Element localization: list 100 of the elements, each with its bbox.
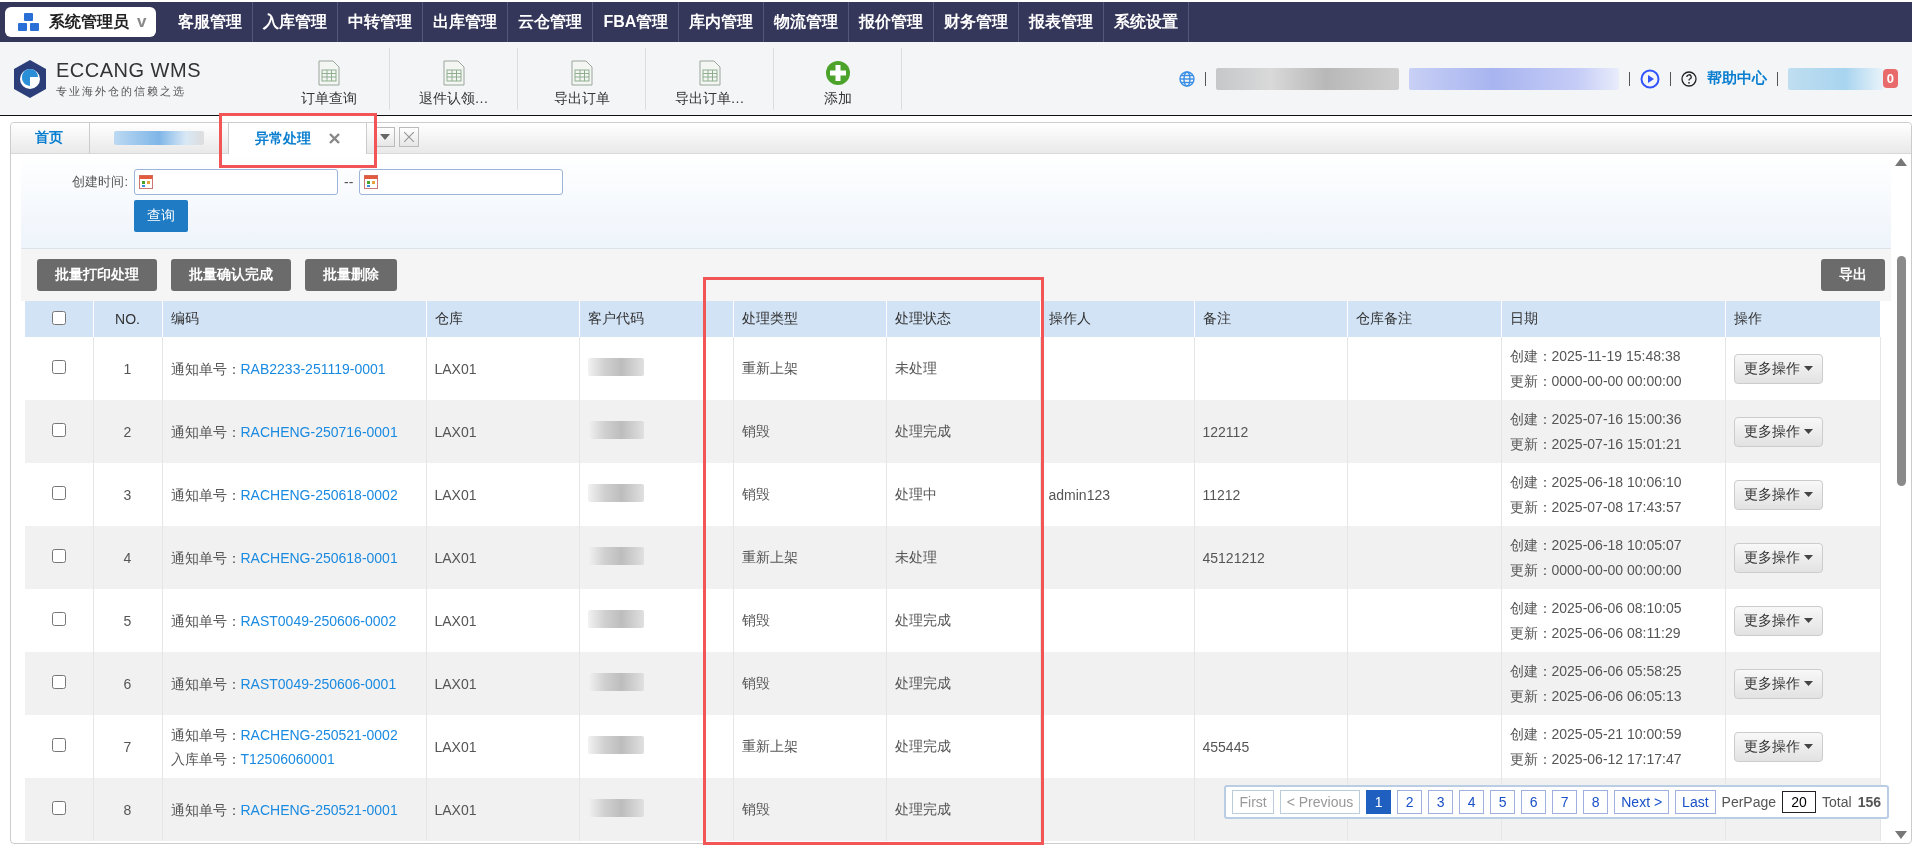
pagination-button[interactable]: Next > — [1614, 790, 1670, 814]
page-number[interactable]: 4 — [1459, 790, 1485, 814]
table-cell: 处理完成 — [886, 400, 1040, 463]
help-center-link[interactable]: 帮助中心 — [1706, 69, 1767, 88]
column-header: 备注 — [1194, 301, 1347, 337]
row-checkbox[interactable] — [51, 360, 66, 374]
date-text: 创建：2025-06-06 08:10:05 — [1509, 598, 1683, 618]
caret-icon — [1803, 618, 1813, 623]
scroll-down-icon — [1895, 831, 1907, 839]
more-actions-button[interactable]: 更多操作 — [1733, 542, 1823, 573]
column-header: 仓库备注 — [1347, 301, 1501, 337]
code-label: 通知单号： — [170, 423, 241, 440]
table-cell: 8 — [93, 778, 162, 841]
code-label: 通知单号： — [170, 486, 241, 503]
page-number[interactable]: 2 — [1397, 790, 1423, 814]
code-label: 通知单号： — [170, 549, 241, 566]
date-field[interactable] — [359, 169, 564, 195]
date-text: 更新：0000-00-00 00:00:00 — [1509, 371, 1683, 391]
caret-icon — [380, 134, 390, 140]
toolbar-button[interactable]: 添加 — [774, 47, 902, 110]
order-link[interactable]: T12506060001 — [240, 750, 335, 767]
code-label: 入库单号： — [170, 750, 241, 767]
page-number[interactable]: 6 — [1521, 790, 1547, 814]
date-text: 更新：0000-00-00 00:00:00 — [1509, 560, 1683, 580]
table-cell: 销毁 — [733, 400, 886, 463]
row-checkbox[interactable] — [51, 612, 66, 626]
toolbar-button[interactable]: 退件认领… — [390, 47, 518, 110]
order-link[interactable]: RACHENG-250521-0002 — [240, 726, 398, 743]
row-checkbox[interactable] — [51, 549, 66, 563]
pagination-button[interactable]: Last — [1675, 790, 1716, 814]
table-cell: 未处理 — [886, 526, 1040, 589]
order-link[interactable]: RAST0049-250606-0002 — [240, 612, 397, 629]
row-checkbox[interactable] — [51, 486, 66, 500]
scrollbar-thumb[interactable] — [1896, 256, 1906, 486]
more-actions-button[interactable]: 更多操作 — [1733, 353, 1823, 384]
spreadsheet-icon — [698, 59, 721, 86]
bulk-action-button[interactable]: 批量确认完成 — [171, 259, 291, 291]
column-header: 客户代码 — [579, 301, 733, 337]
toolbar-button[interactable]: 导出订单… — [646, 47, 774, 110]
page-number[interactable]: 3 — [1428, 790, 1454, 814]
code-label: 通知单号： — [170, 360, 241, 377]
code-label: 通知单号： — [170, 675, 241, 692]
date-text: 更新：2025-07-08 17:43:57 — [1509, 497, 1683, 517]
tab-menu-button[interactable] — [375, 127, 395, 147]
table-cell: 销毁 — [733, 778, 886, 841]
row-checkbox[interactable] — [51, 675, 66, 689]
bulk-action-button[interactable]: 批量删除 — [305, 259, 397, 291]
date-text: 更新：2025-06-06 06:05:13 — [1509, 686, 1683, 706]
row-checkbox[interactable] — [51, 423, 66, 437]
column-header: 处理状态 — [886, 301, 1040, 337]
close-icon[interactable] — [329, 133, 340, 144]
page-number[interactable]: 7 — [1552, 790, 1578, 814]
column-header: 日期 — [1501, 301, 1725, 337]
calendar-icon — [364, 175, 379, 189]
table-cell: LAX01 — [426, 400, 579, 463]
plus-icon — [824, 59, 851, 86]
play-icon — [1639, 68, 1660, 89]
toolbar-button[interactable]: 订单查询 — [268, 47, 390, 110]
tab[interactable]: 首页 — [11, 123, 90, 153]
search-button[interactable]: 查询 — [134, 200, 188, 232]
per-page-field[interactable]: 20 — [1782, 791, 1817, 813]
range-separator: -- — [344, 174, 354, 190]
caret-icon — [1803, 429, 1813, 434]
logo-slogan: 专业海外仓的信赖之选 — [56, 83, 187, 99]
toolbar-button[interactable]: 导出订单 — [518, 47, 646, 110]
date-text: 更新：2025-07-16 15:01:21 — [1509, 434, 1683, 454]
page-number[interactable]: 8 — [1583, 790, 1609, 814]
cubes-icon — [17, 12, 41, 32]
more-actions-button[interactable]: 更多操作 — [1733, 416, 1823, 447]
select-all-checkbox[interactable] — [51, 310, 66, 325]
more-actions-button[interactable]: 更多操作 — [1733, 731, 1823, 762]
more-actions-button[interactable]: 更多操作 — [1733, 668, 1823, 699]
caret-icon: v — [137, 12, 147, 32]
date-field[interactable] — [134, 169, 338, 195]
code-label: 通知单号： — [170, 612, 241, 629]
table-cell: 6 — [93, 652, 162, 715]
column-header: 操作 — [1725, 301, 1880, 337]
order-link[interactable]: RAB2233-251119-0001 — [240, 360, 386, 377]
table-cell: LAX01 — [426, 778, 579, 841]
page-number[interactable]: 1 — [1366, 790, 1392, 814]
row-checkbox[interactable] — [51, 738, 66, 752]
row-checkbox[interactable] — [51, 801, 66, 815]
logo-icon — [12, 58, 48, 99]
more-actions-button[interactable]: 更多操作 — [1733, 479, 1823, 510]
order-link[interactable]: RACHENG-250618-0002 — [240, 486, 398, 503]
bulk-action-button[interactable]: 批量打印处理 — [37, 259, 157, 291]
export-button[interactable]: 导出 — [1821, 259, 1885, 291]
date-text: 更新：2025-06-12 17:17:47 — [1509, 749, 1683, 769]
caret-icon — [1803, 492, 1813, 497]
user-name: 系统管理员 — [49, 11, 129, 32]
close-all-button[interactable] — [399, 127, 419, 147]
table-cell: 4 — [93, 526, 162, 589]
date-text: 创建：2025-06-18 10:06:10 — [1509, 472, 1683, 492]
calendar-icon — [139, 175, 153, 189]
page-number[interactable]: 5 — [1490, 790, 1516, 814]
user-menu[interactable]: 系统管理员 v — [5, 7, 157, 37]
table-cell: 122112 — [1194, 400, 1347, 463]
more-actions-button[interactable]: 更多操作 — [1733, 605, 1823, 636]
tab[interactable]: 异常处理 — [229, 123, 367, 154]
table-cell: 销毁 — [733, 652, 886, 715]
